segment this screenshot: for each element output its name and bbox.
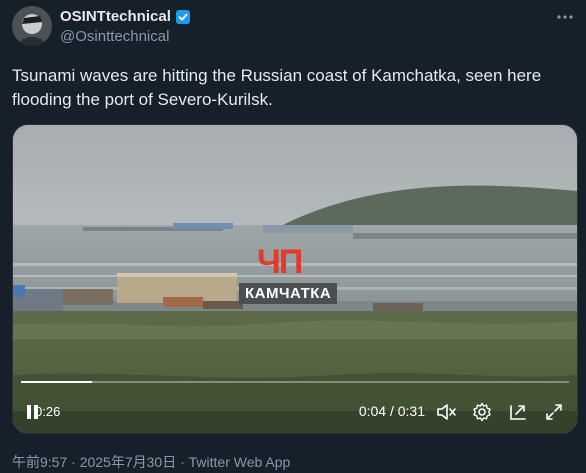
author-handle[interactable]: @Osinttechnical — [60, 28, 169, 45]
tweet-timestamp[interactable]: 午前9:57 · 2025年7月30日 · Twitter Web App — [12, 452, 290, 472]
settings-gear-icon[interactable] — [471, 401, 493, 423]
fullscreen-expand-icon[interactable] — [543, 401, 565, 423]
author-avatar[interactable] — [12, 6, 52, 46]
video-progress-bar[interactable] — [21, 381, 569, 383]
verified-badge-icon — [175, 9, 190, 24]
picture-in-picture-icon[interactable] — [507, 401, 529, 423]
elapsed-time: 0:04 / 0:31 — [358, 403, 425, 419]
avatar-image — [12, 6, 52, 46]
more-options-icon[interactable] — [556, 8, 574, 31]
logo-bottom-text: КАМЧАТКА — [239, 283, 338, 304]
video-controls: 0:26 0:04 / 0:31 — [13, 397, 577, 429]
tweet-text: Tsunami waves are hitting the Russian co… — [12, 66, 542, 109]
broadcaster-logo: ЧП КАМЧАТКА — [239, 243, 338, 304]
logo-top-text: ЧП — [257, 243, 303, 281]
video-progress-fill — [21, 381, 93, 383]
author-display-name[interactable]: OSINTtechnical — [60, 8, 171, 25]
remaining-time: 0:26 — [35, 404, 61, 419]
author-name-row: OSINTtechnical — [60, 8, 191, 25]
volume-muted-icon[interactable] — [435, 401, 457, 423]
video-player[interactable]: ЧП КАМЧАТКА 0:26 0:04 / 0:31 — [12, 124, 578, 434]
